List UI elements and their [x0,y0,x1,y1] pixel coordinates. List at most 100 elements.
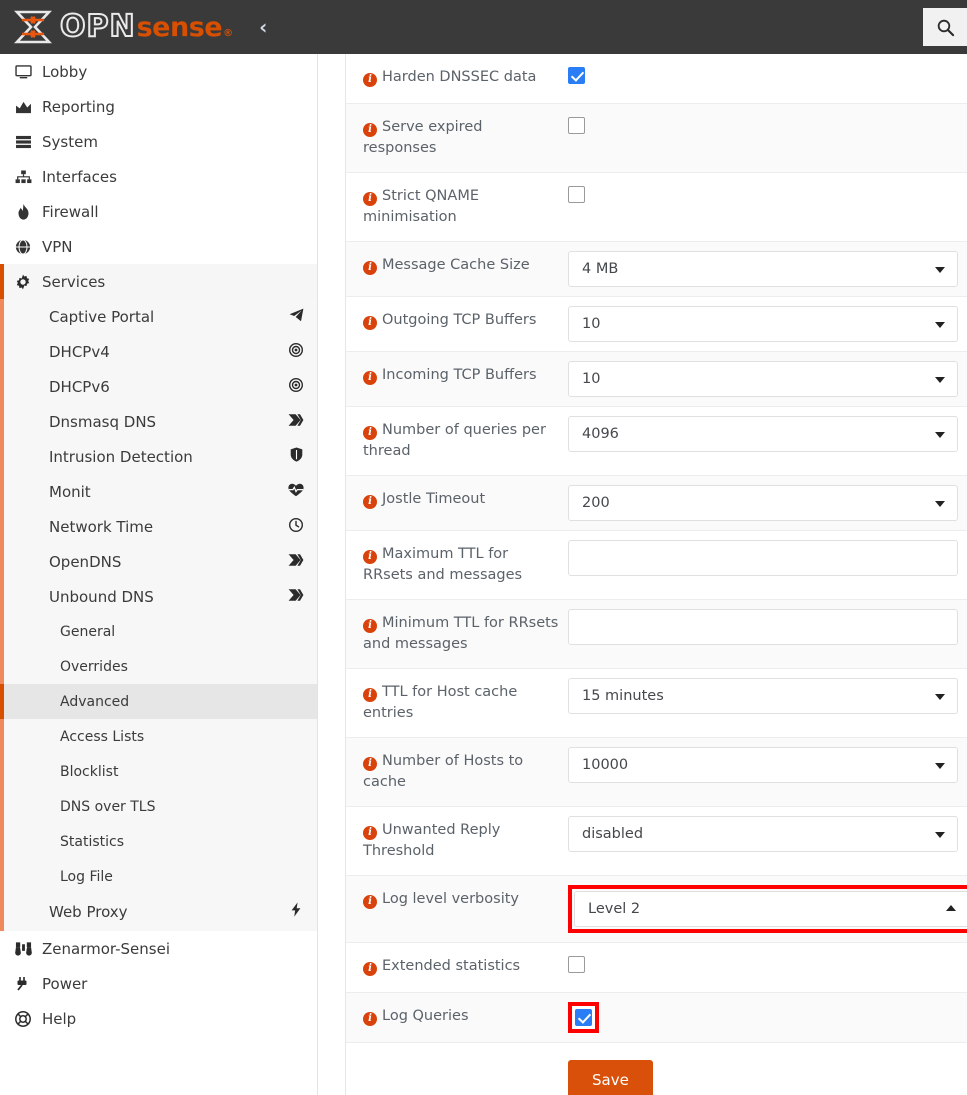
sidebar-item-network-time[interactable]: Network Time [0,509,317,544]
select-number-of-hosts-to-cache[interactable]: 10000 [568,747,958,784]
info-icon[interactable]: i [363,1012,377,1027]
sidebar-item-label: Interfaces [42,167,117,186]
sidebar-item-vpn[interactable]: VPN [0,229,317,264]
checkbox-serve-expired-responses[interactable] [568,117,585,134]
form-label: i Serve expired responses [346,104,568,172]
select-value: 200 [582,495,610,512]
info-icon[interactable]: i [363,495,377,510]
info-icon[interactable]: i [363,550,377,565]
sidebar-item-label: Firewall [42,202,99,221]
top-bar: OPN sense ® ‹ [0,0,967,54]
chart-area-icon [10,100,36,114]
form-row-log-level-verbosity: i Log level verbosity Level 2 [346,876,967,944]
info-icon[interactable]: i [363,619,377,634]
select-outgoing-tcp-buffers[interactable]: 10 [568,306,958,343]
info-icon[interactable]: i [363,73,377,87]
form-row-strict-qname-minimisation: i Strict QNAME minimisation [346,173,967,243]
chevron-up-icon [946,905,956,912]
sidebar-item-firewall[interactable]: Firewall [0,194,317,229]
binoculars-icon [10,941,36,956]
sidebar-item-log-file[interactable]: Log File [0,859,317,894]
sidebar-item-general[interactable]: General [0,614,317,649]
form-label-text: Strict QNAME minimisation [363,188,479,226]
fire-icon [10,203,36,220]
sidebar-item-interfaces[interactable]: Interfaces [0,159,317,194]
sidebar-item-statistics[interactable]: Statistics [0,824,317,859]
sidebar-item-zenarmor-sensei[interactable]: Zenarmor-Sensei [0,931,317,966]
info-icon[interactable]: i [363,316,377,331]
form-label: i Jostle Timeout [346,476,568,523]
sidebar-subitem-label: Web Proxy [49,902,128,921]
sidebar-item-blocklist[interactable]: Blocklist [0,754,317,789]
select-incoming-tcp-buffers[interactable]: 10 [568,361,958,398]
select-value: 15 minutes [582,688,664,705]
tag-icon [287,588,305,606]
info-icon[interactable]: i [363,426,377,441]
select-unwanted-reply-threshold[interactable]: disabled [568,816,958,853]
server-icon [10,135,36,149]
sidebar-item-help[interactable]: Help [0,1001,317,1036]
sidebar-item-label: Power [42,974,88,993]
select-message-cache-size[interactable]: 4 MB [568,251,958,288]
tag-icon [287,553,305,571]
sidebar-item-dns-over-tls[interactable]: DNS over TLS [0,789,317,824]
sidebar-item-web-proxy[interactable]: Web Proxy [0,894,317,929]
form-label-text: Message Cache Size [382,257,530,274]
sidebar-item-access-lists[interactable]: Access Lists [0,719,317,754]
sidebar-subitem-label: Dnsmasq DNS [49,412,157,431]
sidebar-item-dhcpv6[interactable]: DHCPv6 [0,369,317,404]
sidebar-item-services[interactable]: Services [0,264,317,299]
info-icon[interactable]: i [363,826,377,841]
select-value: 4096 [582,426,619,443]
sidebar-item-power[interactable]: Power [0,966,317,1001]
sidebar-item-monit[interactable]: Monit [0,474,317,509]
info-icon[interactable]: i [363,757,377,772]
sidebar-item-system[interactable]: System [0,124,317,159]
shield-icon [287,447,305,466]
sidebar-collapse-chevron-left-icon[interactable]: ‹ [251,13,275,41]
checkbox-harden-dnssec-data[interactable] [568,67,585,84]
sidebar-item-overrides[interactable]: Overrides [0,649,317,684]
sidebar-item-captive-portal[interactable]: Captive Portal [0,299,317,334]
settings-form: i Harden DNSSEC data i Serve expired respo… [345,54,967,1095]
checkbox-log-queries[interactable] [575,1009,592,1027]
sidebar-item-lobby[interactable]: Lobby [0,54,317,89]
sidebar-item-advanced[interactable]: Advanced [0,684,317,719]
form-control [568,943,967,986]
select-ttl-host-cache-entries[interactable]: 15 minutes [568,678,958,715]
checkbox-strict-qname-minimisation[interactable] [568,186,585,204]
form-control [568,104,967,147]
form-control: 15 minutes [568,669,967,723]
form-actions-spacer [346,1060,568,1095]
sidebar-subitem-label: Log File [60,868,113,885]
chevron-down-icon [935,377,945,384]
sidebar-item-dhcpv4[interactable]: DHCPv4 [0,334,317,369]
info-icon[interactable]: i [363,895,377,910]
select-jostle-timeout[interactable]: 200 [568,485,958,522]
info-icon[interactable]: i [363,962,377,977]
brand-logo[interactable]: OPN sense ® [0,0,233,54]
form-control: 10000 [568,738,967,792]
plug-icon [10,976,36,991]
form-control [568,600,967,654]
info-icon[interactable]: i [363,371,377,386]
select-number-of-queries-per-thread[interactable]: 4096 [568,416,958,453]
sidebar-item-unbound-dns[interactable]: Unbound DNS [0,579,317,614]
input-minimum-ttl[interactable] [568,609,958,646]
search-button[interactable] [923,8,967,46]
info-icon[interactable]: i [363,192,377,207]
info-icon[interactable]: i [363,261,377,276]
input-maximum-ttl[interactable] [568,540,958,577]
bolt-icon [287,902,305,921]
sidebar-item-intrusion-detection[interactable]: Intrusion Detection [0,439,317,474]
save-button[interactable]: Save [568,1060,653,1095]
sidebar-item-reporting[interactable]: Reporting [0,89,317,124]
form-label: i Minimum TTL for RRsets and messages [346,600,568,668]
sidebar-item-opendns[interactable]: OpenDNS [0,544,317,579]
select-log-level-verbosity[interactable]: Level 2 [574,891,967,928]
info-icon[interactable]: i [363,123,377,137]
sidebar-item-dnsmasq-dns[interactable]: Dnsmasq DNS [0,404,317,439]
checkbox-extended-statistics[interactable] [568,956,585,974]
info-icon[interactable]: i [363,688,377,703]
chevron-down-icon [935,501,945,508]
